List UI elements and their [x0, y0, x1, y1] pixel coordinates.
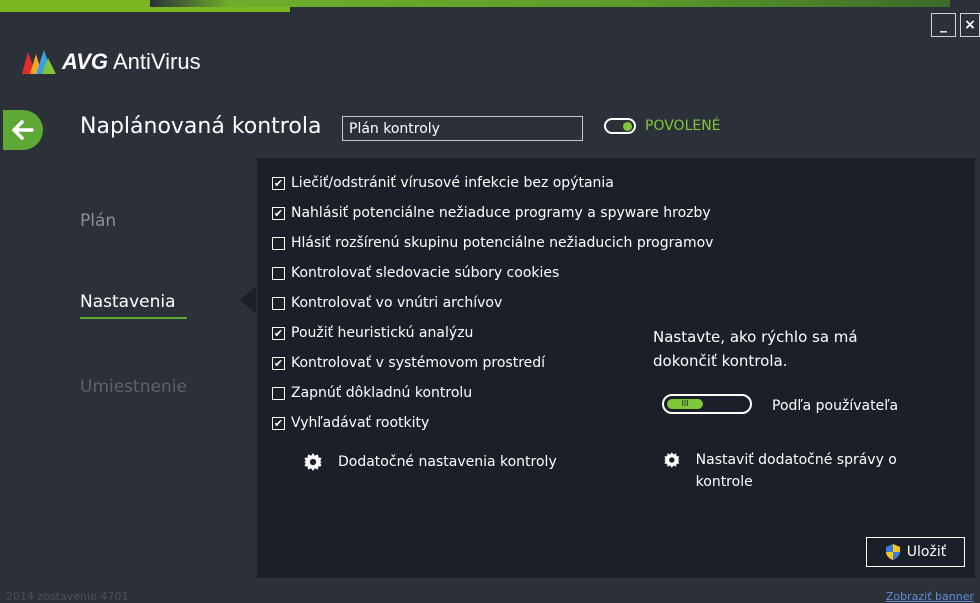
- slider-fill: III: [667, 399, 703, 409]
- checkbox[interactable]: [272, 236, 285, 250]
- toggle-knob: [623, 122, 632, 131]
- toggle-status-label: POVOLENÉ: [645, 118, 721, 134]
- checkbox[interactable]: [272, 266, 285, 280]
- nav-item-plan[interactable]: Plán: [80, 211, 116, 231]
- checkbox[interactable]: ✔: [272, 206, 285, 220]
- option-row[interactable]: ✔ Liečiť/odstrániť vírusové infekcie bez…: [272, 168, 713, 198]
- footer: 2014 zostavenie 4701 Zobraziť banner: [0, 587, 980, 603]
- build-info: 2014 zostavenie 4701: [6, 590, 129, 603]
- link-label: Dodatočné nastavenia kontroly: [338, 454, 557, 470]
- gear-icon: [304, 453, 322, 471]
- option-row[interactable]: Zapnúť dôkladnú kontrolu: [272, 378, 713, 408]
- nav-active-indicator: [80, 317, 187, 319]
- option-label: Liečiť/odstrániť vírusové infekcie bez o…: [291, 175, 614, 191]
- option-label: Nahlásiť potenciálne nežiaduce programy …: [291, 205, 711, 221]
- nav-item-settings[interactable]: Nastavenia: [80, 292, 176, 312]
- brand-stripe-gradient: [150, 0, 950, 7]
- option-row[interactable]: ✔ Použiť heuristickú analýzu: [272, 318, 713, 348]
- option-label: Vyhľadávať rootkity: [291, 415, 430, 431]
- additional-settings-link[interactable]: Dodatočné nastavenia kontroly: [304, 451, 557, 473]
- checkbox[interactable]: ✔: [272, 176, 285, 190]
- option-label: Hlásiť rozšírenú skupinu potenciálne než…: [291, 235, 714, 251]
- enable-toggle[interactable]: [604, 118, 636, 134]
- scan-speed-description: Nastavte, ako rýchlo sa má dokončiť kont…: [653, 328, 858, 370]
- option-row[interactable]: Hlásiť rozšírenú skupinu potenciálne než…: [272, 228, 713, 258]
- app-logo: AVG AntiVirus: [22, 49, 201, 75]
- checkbox[interactable]: [272, 296, 285, 310]
- app-title: AVG AntiVirus: [62, 49, 201, 74]
- checkbox[interactable]: ✔: [272, 356, 285, 370]
- additional-reports-link[interactable]: Nastaviť dodatočné správy o kontrole: [664, 449, 924, 493]
- checkbox[interactable]: ✔: [272, 326, 285, 340]
- option-label: Kontrolovať sledovacie súbory cookies: [291, 265, 560, 281]
- option-row[interactable]: Kontrolovať sledovacie súbory cookies: [272, 258, 713, 288]
- option-row[interactable]: ✔ Vyhľadávať rootkity: [272, 408, 713, 438]
- link-label: Nastaviť dodatočné správy o kontrole: [695, 452, 897, 490]
- nav-item-location[interactable]: Umiestnenie: [80, 377, 187, 397]
- option-row[interactable]: ✔ Kontrolovať v systémovom prostredí: [272, 348, 713, 378]
- page-title: Naplánovaná kontrola: [80, 114, 322, 139]
- save-button-label: Uložiť: [906, 544, 947, 560]
- arrow-left-icon: [12, 120, 34, 140]
- scan-name-input[interactable]: [342, 116, 583, 141]
- option-row[interactable]: Kontrolovať vo vnútri archívov: [272, 288, 713, 318]
- avg-logo-icon: [22, 50, 56, 74]
- active-section-pointer: [240, 286, 256, 314]
- scan-options-list: ✔ Liečiť/odstrániť vírusové infekcie bez…: [272, 168, 713, 438]
- window-controls: _ ×: [931, 13, 980, 37]
- save-button[interactable]: Uložiť: [866, 537, 965, 567]
- option-label: Zapnúť dôkladnú kontrolu: [291, 385, 473, 401]
- close-button[interactable]: ×: [960, 13, 980, 37]
- minimize-button[interactable]: _: [931, 13, 956, 37]
- option-label: Kontrolovať v systémovom prostredí: [291, 355, 546, 371]
- back-button[interactable]: [3, 110, 43, 150]
- checkbox[interactable]: ✔: [272, 416, 285, 430]
- scan-speed-value: Podľa používateľa: [772, 398, 899, 414]
- option-label: Kontrolovať vo vnútri archívov: [291, 295, 503, 311]
- show-banner-link[interactable]: Zobraziť banner: [886, 590, 974, 603]
- checkbox[interactable]: [272, 386, 285, 400]
- shield-icon: [885, 544, 900, 560]
- option-label: Použiť heuristickú analýzu: [291, 325, 474, 341]
- option-row[interactable]: ✔ Nahlásiť potenciálne nežiaduce program…: [272, 198, 713, 228]
- gear-icon: [664, 452, 680, 468]
- scan-speed-slider[interactable]: III: [662, 394, 752, 414]
- title-bar-strip: [0, 0, 980, 12]
